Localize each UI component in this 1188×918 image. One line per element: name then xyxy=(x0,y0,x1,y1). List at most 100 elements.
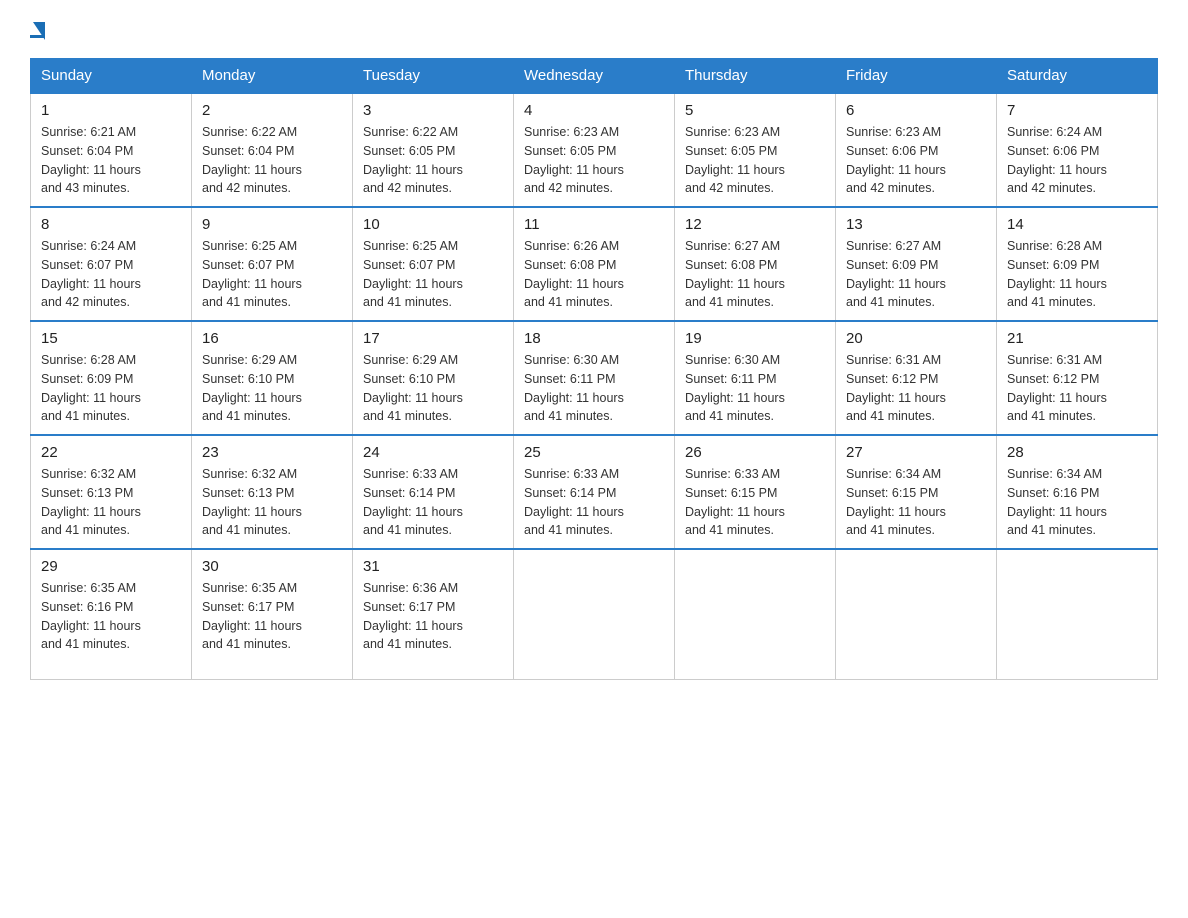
calendar-day-cell: 25 Sunrise: 6:33 AM Sunset: 6:14 PM Dayl… xyxy=(514,435,675,549)
day-number: 14 xyxy=(1007,216,1147,233)
calendar-day-cell: 23 Sunrise: 6:32 AM Sunset: 6:13 PM Dayl… xyxy=(192,435,353,549)
calendar-day-cell: 9 Sunrise: 6:25 AM Sunset: 6:07 PM Dayli… xyxy=(192,207,353,321)
weekday-header-friday: Friday xyxy=(836,59,997,94)
weekday-header-wednesday: Wednesday xyxy=(514,59,675,94)
day-info: Sunrise: 6:33 AM Sunset: 6:15 PM Dayligh… xyxy=(685,465,825,540)
day-number: 12 xyxy=(685,216,825,233)
calendar-day-cell: 30 Sunrise: 6:35 AM Sunset: 6:17 PM Dayl… xyxy=(192,549,353,679)
day-number: 15 xyxy=(41,330,181,347)
calendar-day-cell: 21 Sunrise: 6:31 AM Sunset: 6:12 PM Dayl… xyxy=(997,321,1158,435)
calendar-day-cell: 10 Sunrise: 6:25 AM Sunset: 6:07 PM Dayl… xyxy=(353,207,514,321)
day-number: 9 xyxy=(202,216,342,233)
day-info: Sunrise: 6:25 AM Sunset: 6:07 PM Dayligh… xyxy=(363,237,503,312)
day-info: Sunrise: 6:28 AM Sunset: 6:09 PM Dayligh… xyxy=(1007,237,1147,312)
calendar-day-cell xyxy=(675,549,836,679)
calendar-week-row: 29 Sunrise: 6:35 AM Sunset: 6:16 PM Dayl… xyxy=(31,549,1158,679)
calendar-day-cell: 17 Sunrise: 6:29 AM Sunset: 6:10 PM Dayl… xyxy=(353,321,514,435)
day-info: Sunrise: 6:31 AM Sunset: 6:12 PM Dayligh… xyxy=(1007,351,1147,426)
calendar-table: SundayMondayTuesdayWednesdayThursdayFrid… xyxy=(30,58,1158,680)
calendar-day-cell: 13 Sunrise: 6:27 AM Sunset: 6:09 PM Dayl… xyxy=(836,207,997,321)
calendar-day-cell: 7 Sunrise: 6:24 AM Sunset: 6:06 PM Dayli… xyxy=(997,93,1158,207)
day-number: 19 xyxy=(685,330,825,347)
day-info: Sunrise: 6:23 AM Sunset: 6:05 PM Dayligh… xyxy=(685,123,825,198)
calendar-day-cell: 27 Sunrise: 6:34 AM Sunset: 6:15 PM Dayl… xyxy=(836,435,997,549)
calendar-week-row: 8 Sunrise: 6:24 AM Sunset: 6:07 PM Dayli… xyxy=(31,207,1158,321)
weekday-header-row: SundayMondayTuesdayWednesdayThursdayFrid… xyxy=(31,59,1158,94)
calendar-day-cell: 6 Sunrise: 6:23 AM Sunset: 6:06 PM Dayli… xyxy=(836,93,997,207)
day-info: Sunrise: 6:36 AM Sunset: 6:17 PM Dayligh… xyxy=(363,579,503,654)
day-number: 1 xyxy=(41,102,181,119)
calendar-day-cell: 16 Sunrise: 6:29 AM Sunset: 6:10 PM Dayl… xyxy=(192,321,353,435)
calendar-week-row: 15 Sunrise: 6:28 AM Sunset: 6:09 PM Dayl… xyxy=(31,321,1158,435)
day-number: 31 xyxy=(363,558,503,575)
day-number: 11 xyxy=(524,216,664,233)
day-number: 17 xyxy=(363,330,503,347)
calendar-day-cell: 26 Sunrise: 6:33 AM Sunset: 6:15 PM Dayl… xyxy=(675,435,836,549)
weekday-header-thursday: Thursday xyxy=(675,59,836,94)
calendar-day-cell: 14 Sunrise: 6:28 AM Sunset: 6:09 PM Dayl… xyxy=(997,207,1158,321)
day-info: Sunrise: 6:29 AM Sunset: 6:10 PM Dayligh… xyxy=(202,351,342,426)
day-info: Sunrise: 6:28 AM Sunset: 6:09 PM Dayligh… xyxy=(41,351,181,426)
day-info: Sunrise: 6:23 AM Sunset: 6:05 PM Dayligh… xyxy=(524,123,664,198)
calendar-day-cell: 1 Sunrise: 6:21 AM Sunset: 6:04 PM Dayli… xyxy=(31,93,192,207)
day-number: 5 xyxy=(685,102,825,119)
day-number: 29 xyxy=(41,558,181,575)
day-number: 20 xyxy=(846,330,986,347)
weekday-header-tuesday: Tuesday xyxy=(353,59,514,94)
day-info: Sunrise: 6:24 AM Sunset: 6:06 PM Dayligh… xyxy=(1007,123,1147,198)
day-number: 6 xyxy=(846,102,986,119)
calendar-day-cell: 24 Sunrise: 6:33 AM Sunset: 6:14 PM Dayl… xyxy=(353,435,514,549)
day-info: Sunrise: 6:35 AM Sunset: 6:17 PM Dayligh… xyxy=(202,579,342,654)
day-info: Sunrise: 6:21 AM Sunset: 6:04 PM Dayligh… xyxy=(41,123,181,198)
page-header xyxy=(30,20,1158,38)
weekday-header-monday: Monday xyxy=(192,59,353,94)
calendar-day-cell xyxy=(997,549,1158,679)
day-number: 7 xyxy=(1007,102,1147,119)
calendar-week-row: 1 Sunrise: 6:21 AM Sunset: 6:04 PM Dayli… xyxy=(31,93,1158,207)
calendar-day-cell: 15 Sunrise: 6:28 AM Sunset: 6:09 PM Dayl… xyxy=(31,321,192,435)
calendar-day-cell: 20 Sunrise: 6:31 AM Sunset: 6:12 PM Dayl… xyxy=(836,321,997,435)
day-info: Sunrise: 6:30 AM Sunset: 6:11 PM Dayligh… xyxy=(685,351,825,426)
day-number: 10 xyxy=(363,216,503,233)
calendar-day-cell xyxy=(514,549,675,679)
calendar-day-cell: 28 Sunrise: 6:34 AM Sunset: 6:16 PM Dayl… xyxy=(997,435,1158,549)
day-info: Sunrise: 6:31 AM Sunset: 6:12 PM Dayligh… xyxy=(846,351,986,426)
day-number: 3 xyxy=(363,102,503,119)
day-info: Sunrise: 6:27 AM Sunset: 6:08 PM Dayligh… xyxy=(685,237,825,312)
day-info: Sunrise: 6:35 AM Sunset: 6:16 PM Dayligh… xyxy=(41,579,181,654)
logo-arrow-icon xyxy=(33,22,45,40)
calendar-day-cell xyxy=(836,549,997,679)
day-number: 28 xyxy=(1007,444,1147,461)
day-info: Sunrise: 6:22 AM Sunset: 6:04 PM Dayligh… xyxy=(202,123,342,198)
day-info: Sunrise: 6:30 AM Sunset: 6:11 PM Dayligh… xyxy=(524,351,664,426)
day-info: Sunrise: 6:26 AM Sunset: 6:08 PM Dayligh… xyxy=(524,237,664,312)
calendar-day-cell: 19 Sunrise: 6:30 AM Sunset: 6:11 PM Dayl… xyxy=(675,321,836,435)
calendar-day-cell: 18 Sunrise: 6:30 AM Sunset: 6:11 PM Dayl… xyxy=(514,321,675,435)
day-info: Sunrise: 6:32 AM Sunset: 6:13 PM Dayligh… xyxy=(202,465,342,540)
day-info: Sunrise: 6:32 AM Sunset: 6:13 PM Dayligh… xyxy=(41,465,181,540)
day-number: 8 xyxy=(41,216,181,233)
day-number: 26 xyxy=(685,444,825,461)
day-number: 27 xyxy=(846,444,986,461)
day-info: Sunrise: 6:25 AM Sunset: 6:07 PM Dayligh… xyxy=(202,237,342,312)
day-info: Sunrise: 6:34 AM Sunset: 6:15 PM Dayligh… xyxy=(846,465,986,540)
calendar-day-cell: 31 Sunrise: 6:36 AM Sunset: 6:17 PM Dayl… xyxy=(353,549,514,679)
day-number: 21 xyxy=(1007,330,1147,347)
day-number: 22 xyxy=(41,444,181,461)
calendar-day-cell: 5 Sunrise: 6:23 AM Sunset: 6:05 PM Dayli… xyxy=(675,93,836,207)
day-info: Sunrise: 6:22 AM Sunset: 6:05 PM Dayligh… xyxy=(363,123,503,198)
calendar-day-cell: 22 Sunrise: 6:32 AM Sunset: 6:13 PM Dayl… xyxy=(31,435,192,549)
weekday-header-saturday: Saturday xyxy=(997,59,1158,94)
day-number: 18 xyxy=(524,330,664,347)
day-info: Sunrise: 6:33 AM Sunset: 6:14 PM Dayligh… xyxy=(524,465,664,540)
calendar-week-row: 22 Sunrise: 6:32 AM Sunset: 6:13 PM Dayl… xyxy=(31,435,1158,549)
day-info: Sunrise: 6:27 AM Sunset: 6:09 PM Dayligh… xyxy=(846,237,986,312)
weekday-header-sunday: Sunday xyxy=(31,59,192,94)
calendar-day-cell: 12 Sunrise: 6:27 AM Sunset: 6:08 PM Dayl… xyxy=(675,207,836,321)
day-info: Sunrise: 6:33 AM Sunset: 6:14 PM Dayligh… xyxy=(363,465,503,540)
day-number: 23 xyxy=(202,444,342,461)
calendar-day-cell: 11 Sunrise: 6:26 AM Sunset: 6:08 PM Dayl… xyxy=(514,207,675,321)
calendar-day-cell: 3 Sunrise: 6:22 AM Sunset: 6:05 PM Dayli… xyxy=(353,93,514,207)
day-info: Sunrise: 6:23 AM Sunset: 6:06 PM Dayligh… xyxy=(846,123,986,198)
day-number: 2 xyxy=(202,102,342,119)
